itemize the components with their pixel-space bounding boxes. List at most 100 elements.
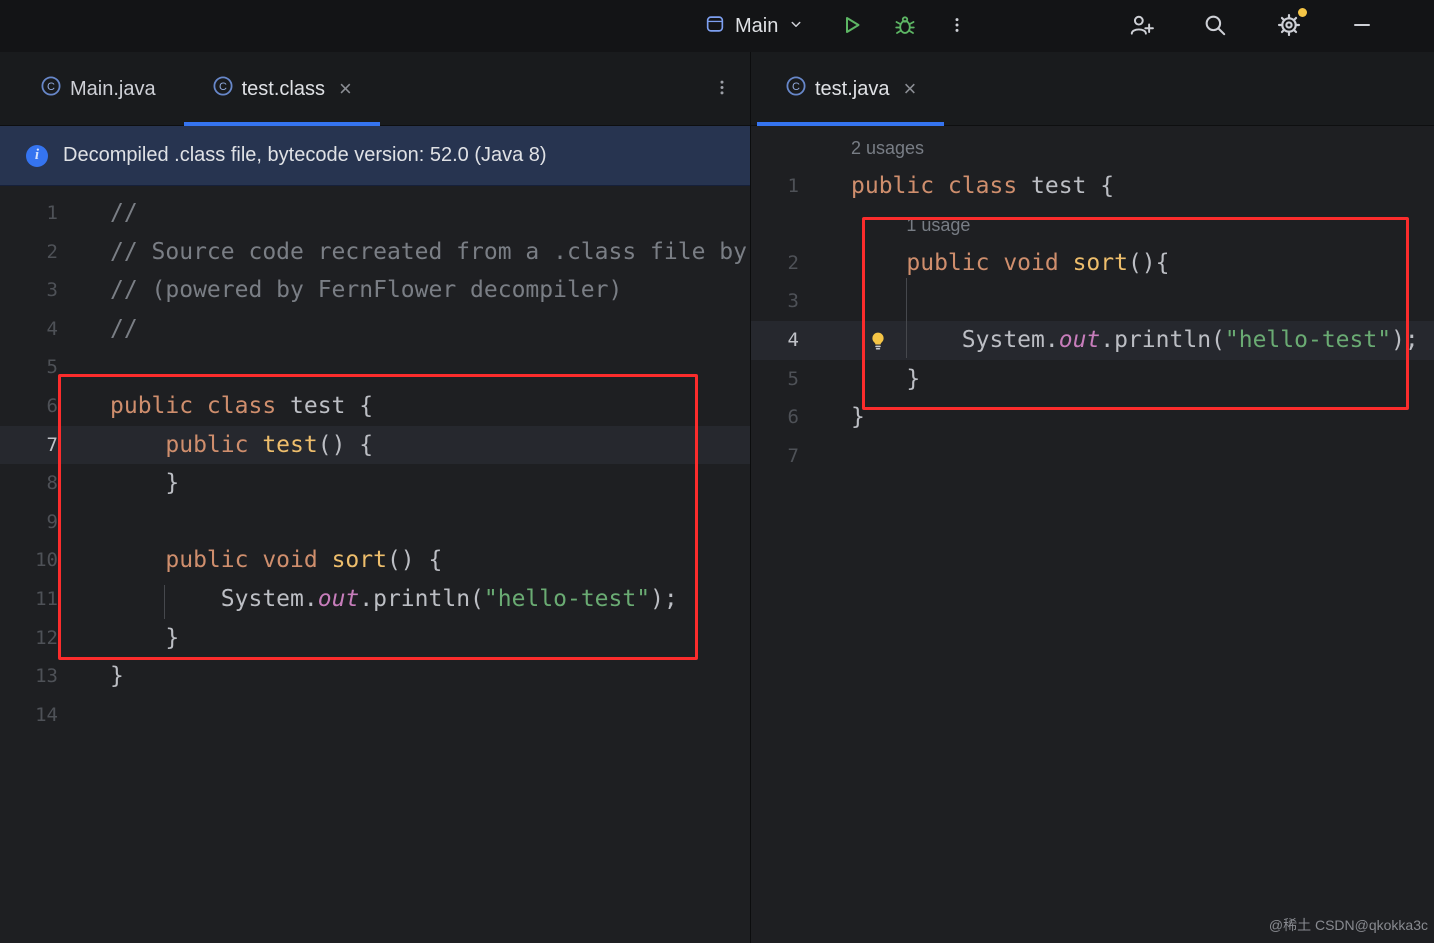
code-text: // Source code recreated from a .class f…	[110, 238, 747, 265]
code-line[interactable]: 10 public void sort() {	[0, 541, 750, 580]
right-tab-bar: C test.java ×	[751, 52, 1434, 126]
line-number[interactable]: 3	[0, 271, 105, 310]
code-line[interactable]: 2// Source code recreated from a .class …	[0, 233, 750, 272]
code-line[interactable]: 3	[751, 282, 1434, 321]
code-text: }	[110, 624, 180, 651]
usage-inlay[interactable]: 1 usage	[906, 215, 970, 235]
minimize-button[interactable]	[1348, 11, 1376, 42]
line-number[interactable]: 13	[0, 657, 105, 696]
minimize-icon	[1350, 13, 1374, 40]
code-text: public class test {	[851, 172, 1115, 199]
line-number[interactable]	[751, 205, 811, 244]
watermark: @稀土 CSDN@qkokka3c	[1268, 917, 1428, 933]
close-tab-icon[interactable]: ×	[339, 78, 352, 100]
tab-test-java[interactable]: C test.java ×	[757, 52, 945, 126]
code-line[interactable]: 5 }	[751, 360, 1434, 399]
left-editor[interactable]: 1//2// Source code recreated from a .cla…	[0, 186, 750, 943]
gear-icon	[1276, 12, 1302, 41]
class-icon: C	[212, 75, 234, 103]
line-number[interactable]: 8	[0, 464, 105, 503]
tab-main-java[interactable]: C Main.java	[12, 52, 184, 126]
code-line[interactable]: 2 usages	[751, 128, 1434, 167]
main-toolbar: Main	[0, 0, 1434, 52]
code-line[interactable]: 1 usage	[751, 205, 1434, 244]
code-text: }	[110, 663, 124, 690]
line-number[interactable]: 5	[751, 360, 811, 399]
run-config-selector[interactable]: Main	[698, 9, 811, 44]
code-line[interactable]: 13}	[0, 657, 750, 696]
code-line[interactable]: 11 System.out.println("hello-test");	[0, 580, 750, 619]
code-line[interactable]: 7	[751, 437, 1434, 476]
code-line[interactable]: 3// (powered by FernFlower decompiler)	[0, 271, 750, 310]
code-text: //	[110, 200, 138, 226]
code-line[interactable]: 4//	[0, 310, 750, 349]
code-line[interactable]: 8 }	[0, 464, 750, 503]
line-number[interactable]: 5	[0, 348, 105, 387]
active-tab-underline	[183, 122, 380, 126]
code-line[interactable]: 6 public class test {	[0, 387, 750, 426]
line-number[interactable]: 2	[0, 233, 105, 272]
code-text: public test() {	[165, 431, 374, 458]
line-number[interactable]	[751, 128, 811, 167]
class-icon: C	[785, 75, 807, 103]
code-text: }	[851, 404, 865, 431]
add-user-button[interactable]	[1126, 10, 1156, 43]
left-editor-pane: C Main.java C test.class × i Decompiled …	[0, 52, 751, 943]
debug-button[interactable]	[891, 11, 919, 42]
code-text: public class test {	[110, 392, 374, 419]
code-text: //	[110, 315, 138, 342]
class-icon: C	[40, 75, 62, 103]
svg-text:C: C	[792, 81, 800, 93]
code-text: public void sort(){	[906, 249, 1170, 276]
line-number[interactable]: 6	[0, 387, 105, 426]
line-number[interactable]: 1	[0, 194, 105, 233]
code-line[interactable]: 1//	[0, 194, 750, 233]
line-number[interactable]: 2	[751, 244, 811, 283]
search-icon	[1202, 12, 1228, 41]
code-line[interactable]: 4 System.out.println("hello-test");	[751, 320, 1434, 360]
usage-inlay[interactable]: 2 usages	[851, 138, 924, 158]
code-text: }	[110, 470, 180, 497]
line-number[interactable]: 9	[0, 503, 105, 542]
more-actions-button[interactable]	[945, 11, 969, 42]
indent-guide	[164, 585, 165, 619]
line-number[interactable]: 3	[751, 282, 811, 321]
code-line[interactable]: 12 }	[0, 619, 750, 658]
line-number[interactable]: 14	[0, 696, 105, 735]
code-line[interactable]: 6}	[751, 398, 1434, 437]
line-number[interactable]: 11	[0, 580, 105, 619]
code-line[interactable]: 1 public class test {	[751, 167, 1434, 206]
code-text: // (powered by FernFlower decompiler)	[110, 277, 623, 304]
intention-bulb-icon[interactable]	[867, 329, 889, 351]
run-button[interactable]	[837, 11, 865, 42]
line-number[interactable]: 12	[0, 619, 105, 658]
code-line[interactable]: 9	[0, 503, 750, 542]
line-number[interactable]: 1	[751, 167, 811, 206]
line-number[interactable]: 6	[751, 398, 811, 437]
right-code: 2 usages 1 public class test { 1 usage 2 pu…	[751, 128, 1434, 475]
code-line[interactable]: 7 public test() {	[0, 425, 750, 465]
line-number[interactable]: 7	[751, 437, 811, 476]
code-line[interactable]: 2 public void sort(){	[751, 244, 1434, 283]
line-number[interactable]: 7	[0, 426, 105, 465]
banner-text: Decompiled .class file, bytecode version…	[63, 144, 547, 166]
line-number[interactable]: 4	[0, 310, 105, 349]
settings-button[interactable]	[1274, 7, 1307, 43]
kebab-menu-icon	[947, 13, 967, 40]
tab-test-class[interactable]: C test.class ×	[183, 52, 380, 126]
close-tab-icon[interactable]: ×	[903, 78, 916, 100]
line-number[interactable]: 10	[0, 541, 105, 580]
search-button[interactable]	[1200, 10, 1230, 43]
line-number[interactable]: 4	[751, 321, 811, 360]
code-line[interactable]: 14	[0, 696, 750, 735]
code-text: }	[851, 365, 921, 392]
tab-label: Main.java	[70, 77, 156, 100]
tab-options-button[interactable]	[712, 76, 732, 103]
notification-dot	[1298, 7, 1307, 17]
code-line[interactable]: 5	[0, 348, 750, 387]
right-editor[interactable]: 2 usages 1 public class test { 1 usage 2 pu…	[751, 126, 1434, 943]
